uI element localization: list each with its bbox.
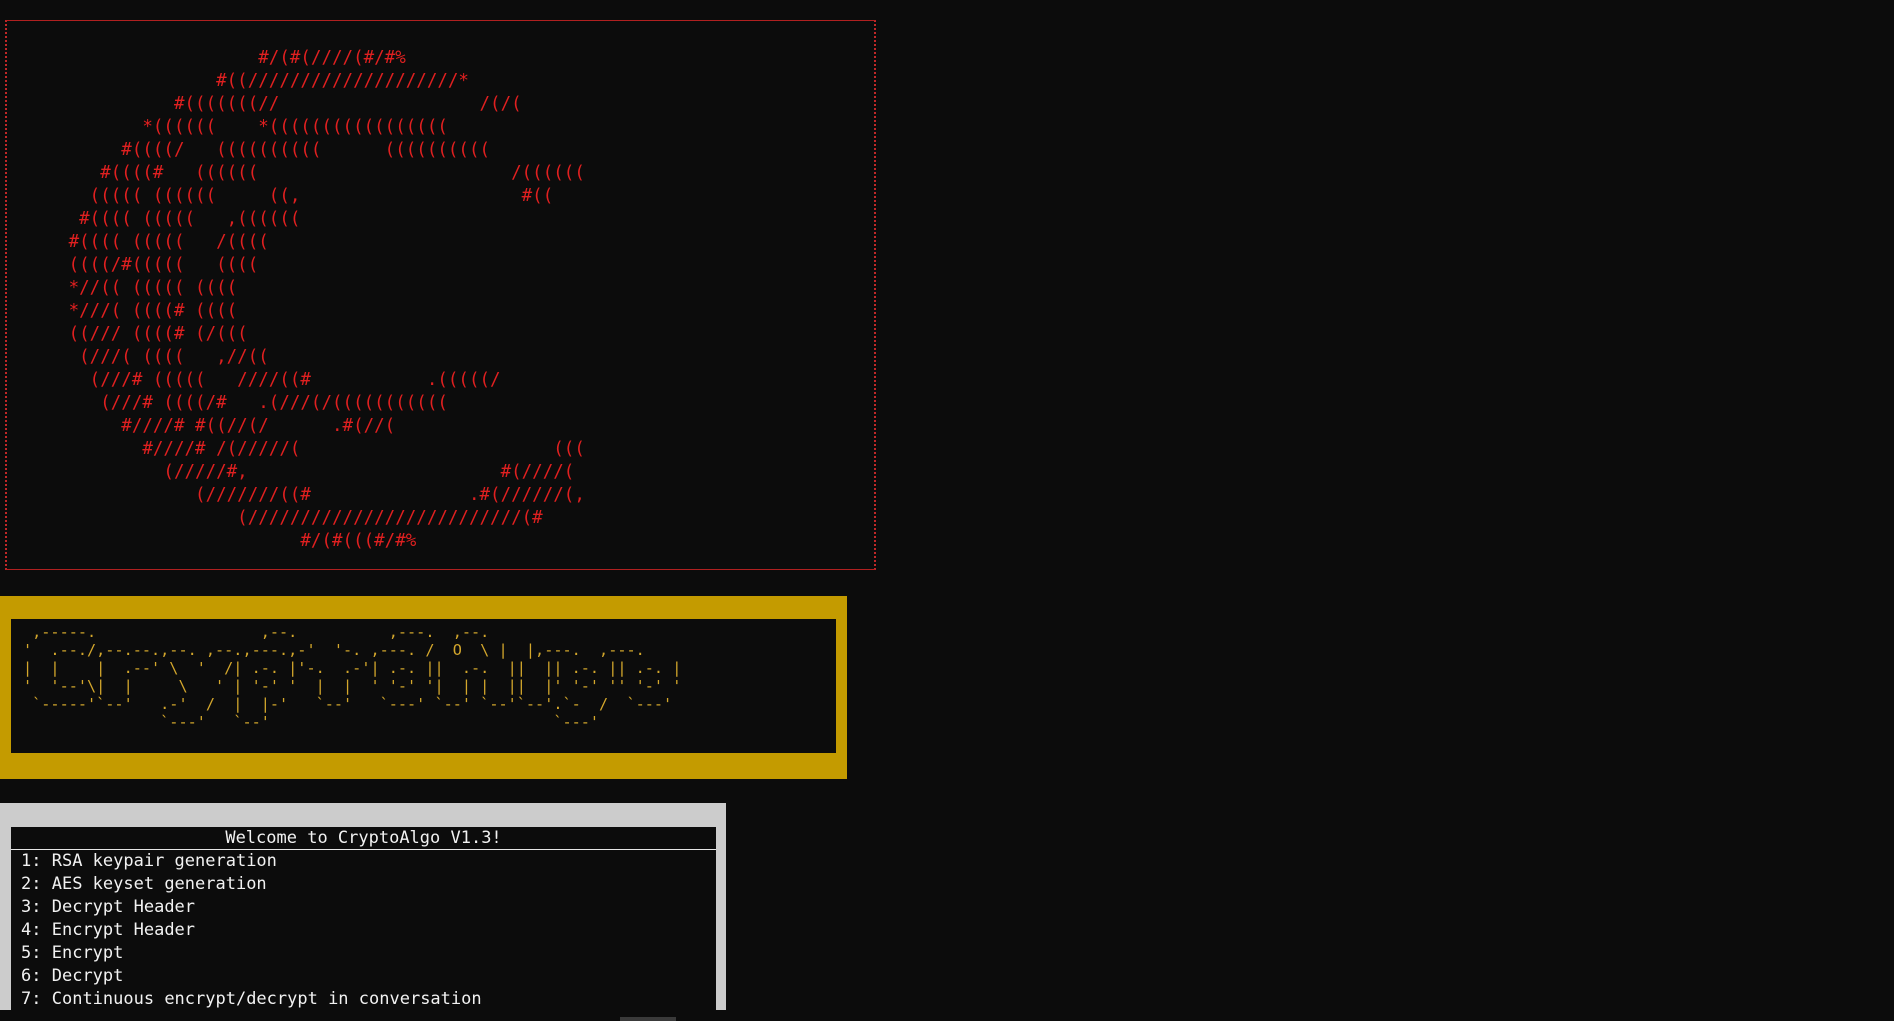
logo-frame: #/(#(////(#/#% #((////////////////////* …: [5, 20, 876, 570]
menu-item-rsa-keypair-generation[interactable]: 1: RSA keypair generation: [11, 850, 716, 873]
menu-item-separator: :: [31, 897, 52, 917]
menu-item-number: 1: [21, 851, 32, 871]
menu-item-separator: :: [31, 851, 52, 871]
menu-item-number: 3: [21, 897, 32, 917]
main-menu: Welcome to CryptoAlgo V1.3! 1: RSA keypa…: [11, 827, 716, 1010]
menu-frame: Welcome to CryptoAlgo V1.3! 1: RSA keypa…: [0, 803, 726, 1010]
menu-item-continuous-encrypt-decrypt[interactable]: 7: Continuous encrypt/decrypt in convers…: [11, 988, 716, 1011]
menu-title: Welcome to CryptoAlgo V1.3!: [11, 827, 716, 850]
menu-item-label: Encrypt: [51, 943, 124, 963]
menu-item-number: 7: [21, 989, 32, 1009]
menu-item-label: RSA keypair generation: [51, 851, 277, 871]
cryptoalgo-banner-ascii-art: ,-----. ,--. ,---. ,--. ' .--./,--.--.,-…: [23, 623, 682, 731]
menu-item-label: Encrypt Header: [51, 920, 196, 940]
menu-item-separator: :: [31, 966, 52, 986]
menu-item-label: Decrypt Header: [51, 897, 196, 917]
menu-item-encrypt-header[interactable]: 4: Encrypt Header: [11, 919, 716, 942]
menu-item-number: 4: [21, 920, 32, 940]
cryptoalgo-logo-ascii-art: #/(#(////(#/#% #((////////////////////* …: [68, 48, 585, 551]
menu-item-number: 6: [21, 966, 32, 986]
scrollbar-thumb[interactable]: [620, 1017, 676, 1021]
menu-item-label: AES keyset generation: [51, 874, 267, 894]
menu-item-separator: :: [31, 920, 52, 940]
title-banner: ,-----. ,--. ,---. ,--. ' .--./,--.--.,-…: [11, 619, 836, 753]
menu-item-decrypt-header[interactable]: 3: Decrypt Header: [11, 896, 716, 919]
menu-item-label: Continuous encrypt/decrypt in conversati…: [51, 989, 482, 1009]
menu-item-separator: :: [31, 943, 52, 963]
menu-item-encrypt[interactable]: 5: Encrypt: [11, 942, 716, 965]
menu-item-number: 5: [21, 943, 32, 963]
menu-item-label: Decrypt: [51, 966, 124, 986]
menu-item-decrypt[interactable]: 6: Decrypt: [11, 965, 716, 988]
menu-item-separator: :: [31, 989, 52, 1009]
menu-item-number: 2: [21, 874, 32, 894]
menu-item-aes-keyset-generation[interactable]: 2: AES keyset generation: [11, 873, 716, 896]
menu-item-separator: :: [31, 874, 52, 894]
title-banner-frame: ,-----. ,--. ,---. ,--. ' .--./,--.--.,-…: [0, 596, 847, 779]
